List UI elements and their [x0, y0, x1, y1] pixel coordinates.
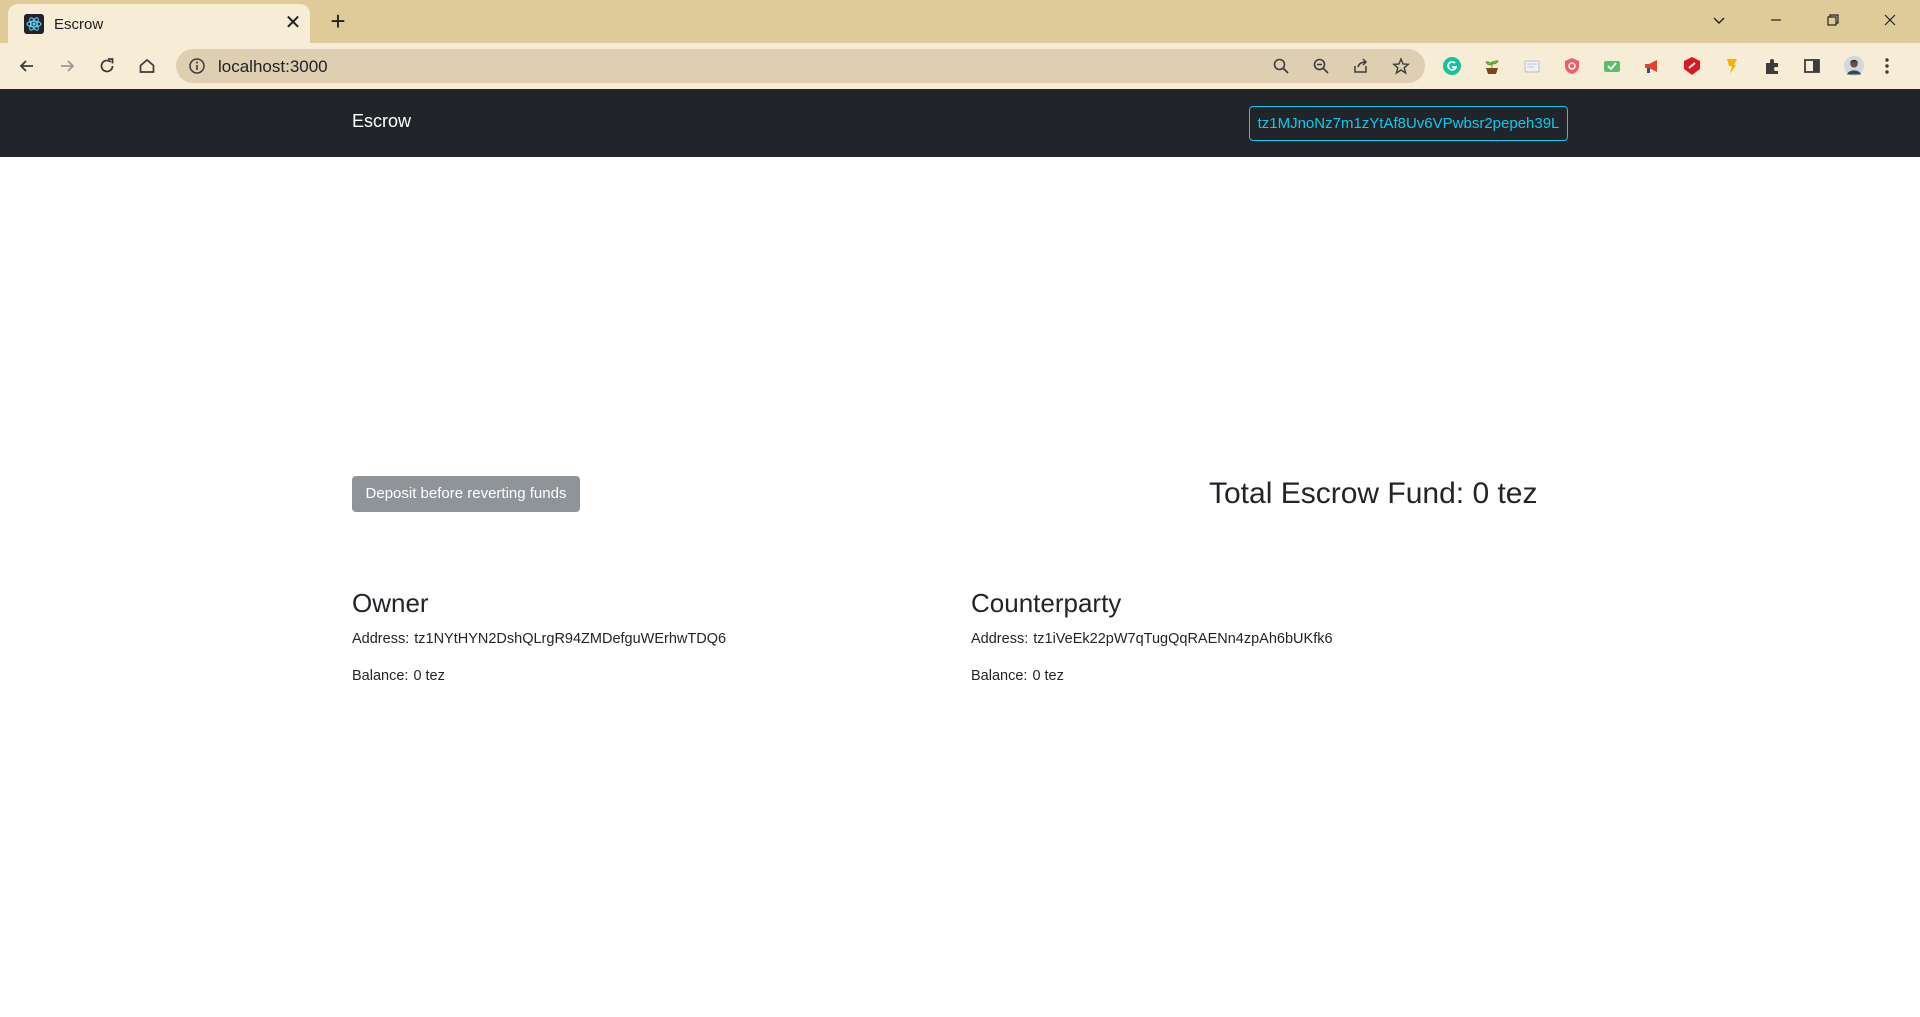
- bookmark-star-icon[interactable]: [1388, 54, 1414, 78]
- reload-icon[interactable]: [93, 52, 121, 80]
- back-arrow-icon[interactable]: [13, 52, 41, 80]
- close-window-icon[interactable]: [1870, 6, 1910, 34]
- counterparty-balance: Balance: 0 tez: [971, 668, 1064, 684]
- minimize-icon[interactable]: [1756, 6, 1796, 34]
- navbar-brand[interactable]: Escrow: [352, 111, 411, 132]
- check-mail-icon[interactable]: [1601, 55, 1623, 77]
- tab-search-chevron-icon[interactable]: [1699, 6, 1739, 34]
- counterparty-title: Counterparty: [971, 588, 1122, 618]
- site-info-icon[interactable]: [188, 57, 206, 75]
- shield-icon[interactable]: [1561, 55, 1583, 77]
- menu-dots-icon[interactable]: [1881, 55, 1893, 77]
- home-icon[interactable]: [133, 52, 161, 80]
- side-panel-icon[interactable]: [1801, 55, 1823, 77]
- browser-tab[interactable]: Escrow ✕: [8, 4, 310, 43]
- owner-balance-value: 0 tez: [413, 668, 445, 684]
- avatar[interactable]: [1841, 53, 1867, 79]
- forward-arrow-icon[interactable]: [53, 52, 81, 80]
- plant-icon[interactable]: [1481, 55, 1503, 77]
- url-text: localhost:3000: [218, 57, 328, 76]
- address-bar[interactable]: localhost:3000: [176, 49, 1425, 83]
- owner-section: Owner Address: tz1NYtHYN2DshQLrgR94ZMDefg…: [352, 588, 912, 705]
- deposit-button[interactable]: Deposit before reverting funds: [352, 476, 580, 512]
- zoom-out-icon[interactable]: [1308, 54, 1334, 78]
- owner-address: Address: tz1NYtHYN2DshQLrgR94ZMDefguWErhw…: [352, 631, 727, 647]
- new-tab-button[interactable]: +: [325, 7, 351, 35]
- total-escrow-fund: Total Escrow Fund: 0 tez: [1209, 477, 1538, 510]
- browser-toolbar: localhost:3000: [0, 43, 1920, 89]
- owner-address-value: tz1NYtHYN2DshQLrgR94ZMDefguWErhwTDQ6: [414, 631, 727, 647]
- counterparty-address-value: tz1iVeEk22pW7qTugQqRAENn4zpAh6bUKfk6: [1033, 631, 1333, 647]
- restore-icon[interactable]: [1813, 6, 1853, 34]
- owner-balance: Balance: 0 tez: [352, 668, 445, 684]
- red-badge-icon[interactable]: [1681, 55, 1703, 77]
- puzzle-icon[interactable]: [1761, 55, 1783, 77]
- search-icon[interactable]: [1268, 54, 1294, 78]
- flashlight-icon[interactable]: [1721, 55, 1743, 77]
- counterparty-section: Counterparty Address: tz1iVeEk22pW7qTugQq…: [971, 588, 1531, 705]
- app-navbar: Escrow tz1MJnoNz7m1zYtAf8Uv6VPwbsr2pepeh…: [0, 89, 1920, 157]
- react-logo-icon: [24, 14, 44, 34]
- wallet-address-button[interactable]: tz1MJnoNz7m1zYtAf8Uv6VPwbsr2pepeh39L: [1249, 106, 1568, 141]
- megaphone-icon[interactable]: [1641, 55, 1663, 77]
- tab-close-icon[interactable]: ✕: [282, 12, 304, 34]
- owner-title: Owner: [352, 588, 429, 618]
- tab-title: Escrow: [54, 16, 104, 33]
- page-icon[interactable]: [1521, 55, 1543, 77]
- browser-tabstrip: Escrow ✕ +: [0, 0, 1920, 43]
- grammarly-icon[interactable]: [1441, 55, 1463, 77]
- share-icon[interactable]: [1348, 54, 1374, 78]
- counterparty-balance-value: 0 tez: [1032, 668, 1064, 684]
- counterparty-address: Address: tz1iVeEk22pW7qTugQqRAENn4zpAh6bU…: [971, 631, 1333, 647]
